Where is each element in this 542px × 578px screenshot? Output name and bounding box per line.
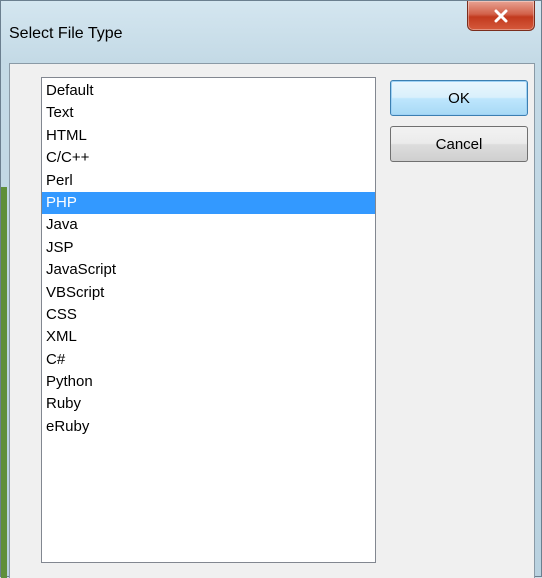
list-item-perl[interactable]: Perl [42,170,375,192]
dialog-body: Default Text HTML C/C++ Perl PHP Java JSP JavaSc… [9,63,535,578]
ok-button[interactable]: OK [390,80,528,116]
select-file-type-dialog: Select File Type Default Text HTML C/C++ Per… [0,0,542,578]
list-item-vbscript[interactable]: VBScript [42,282,375,304]
list-item-java[interactable]: Java [42,214,375,236]
close-icon [468,1,534,30]
list-item-php[interactable]: PHP [42,191,375,215]
list-item-eruby[interactable]: eRuby [42,416,375,438]
title-bar[interactable]: Select File Type [1,1,541,63]
list-item-ruby[interactable]: Ruby [42,393,375,415]
close-button[interactable] [467,1,535,31]
list-item-text[interactable]: Text [42,102,375,124]
list-item-c-[interactable]: C# [42,349,375,371]
list-item-xml[interactable]: XML [42,326,375,348]
file-type-list: Default Text HTML C/C++ Perl PHP Java JSP JavaSc… [42,78,375,438]
list-item-c-c-[interactable]: C/C++ [42,147,375,169]
list-item-default[interactable]: Default [42,80,375,102]
window-edge-strip [1,187,7,578]
list-item-python[interactable]: Python [42,371,375,393]
file-type-listbox[interactable]: Default Text HTML C/C++ Perl PHP Java JSP JavaSc… [41,77,376,563]
list-item-css[interactable]: CSS [42,304,375,326]
list-item-html[interactable]: HTML [42,125,375,147]
list-item-javascript[interactable]: JavaScript [42,259,375,281]
list-item-jsp[interactable]: JSP [42,237,375,259]
dialog-title: Select File Type [9,25,123,42]
cancel-button[interactable]: Cancel [390,126,528,162]
